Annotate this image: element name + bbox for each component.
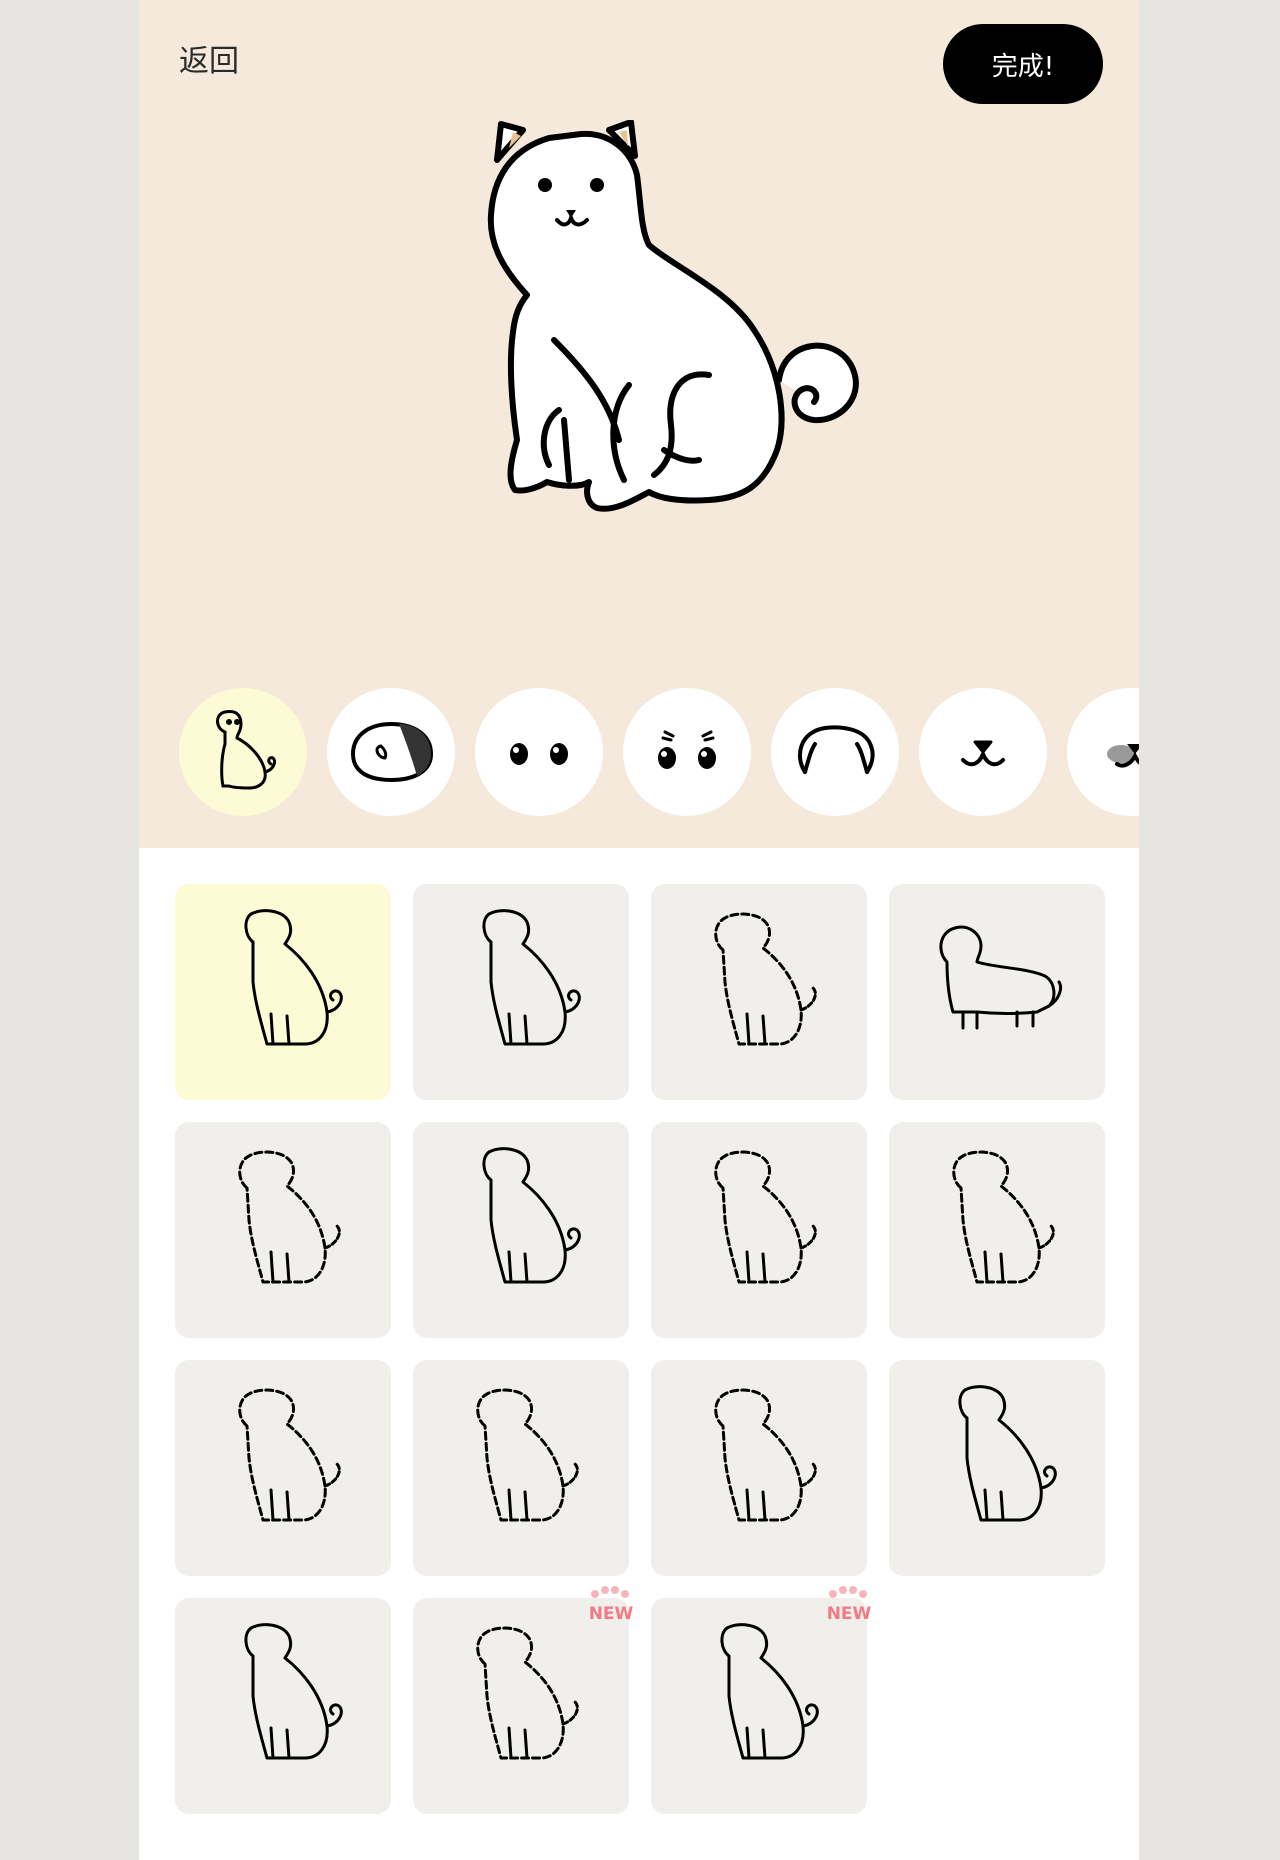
- schnauzer-icon: [952, 1150, 1055, 1284]
- new-badge: NEW: [815, 1584, 879, 1634]
- shiba-back-icon: [482, 909, 581, 1046]
- eyebrow-eyes-icon: [658, 730, 716, 769]
- breed-tile-shih-tzu[interactable]: [413, 1360, 629, 1576]
- breed-tile-long-hair-dachshund[interactable]: [175, 1122, 391, 1338]
- dog-avatar-editor: 返回 完成! NEW NEW: [139, 0, 1139, 1860]
- dog-body-icon: [216, 710, 277, 790]
- shih-tzu-icon: [476, 1388, 579, 1522]
- shiba-icon: [244, 909, 343, 1046]
- breed-tile-schnauzer[interactable]: [889, 1122, 1105, 1338]
- breed-tile-corgi[interactable]: [889, 1360, 1105, 1576]
- part-tab-eyes[interactable]: [475, 688, 603, 816]
- done-button[interactable]: 完成!: [943, 24, 1103, 104]
- breed-tile-french-bulldog[interactable]: [175, 1598, 391, 1814]
- french-bulldog-icon: [244, 1623, 343, 1760]
- round-eyes-icon: [510, 743, 568, 765]
- poodle-icon: [714, 912, 817, 1046]
- jack-russell-icon: [720, 1623, 819, 1760]
- new-badge-label: NEW: [588, 1604, 634, 1624]
- nose-icon: [1107, 744, 1139, 768]
- breed-tile-dachshund[interactable]: [889, 884, 1105, 1100]
- breed-tile-pomeranian[interactable]: [651, 1360, 867, 1576]
- shiba-dog-preview-icon: [487, 120, 859, 512]
- breed-tile-chihuahua[interactable]: [413, 1122, 629, 1338]
- dachshund-icon: [939, 925, 1063, 1030]
- part-tab-mouth[interactable]: [919, 688, 1047, 816]
- breed-tile-papillon[interactable]: [651, 1122, 867, 1338]
- breed-tile-shiba-alt[interactable]: [413, 884, 629, 1100]
- long-hair-dachshund-icon: [238, 1150, 341, 1284]
- corgi-icon: [958, 1385, 1057, 1522]
- part-tab-ears[interactable]: [771, 688, 899, 816]
- parts-selector: [139, 688, 1139, 818]
- breed-tile-shiba[interactable]: [175, 884, 391, 1100]
- new-badge-label: NEW: [826, 1604, 872, 1624]
- part-tab-head-pattern[interactable]: [327, 688, 455, 816]
- papillon-icon: [714, 1150, 817, 1284]
- pomeranian-icon: [714, 1388, 817, 1522]
- preview-panel: 返回 完成!: [139, 0, 1139, 848]
- new-badge: NEW: [577, 1584, 641, 1634]
- golden-retriever-icon: [476, 1626, 579, 1760]
- breed-tile-poodle[interactable]: [651, 884, 867, 1100]
- chihuahua-icon: [482, 1147, 581, 1284]
- part-tab-body[interactable]: [179, 688, 307, 816]
- head-pattern-icon: [350, 721, 434, 783]
- part-tab-eyebrows[interactable]: [623, 688, 751, 816]
- breed-tile-golden-retriever[interactable]: NEW: [413, 1586, 633, 1814]
- mouth-icon: [961, 740, 1005, 767]
- breed-tile-jack-russell[interactable]: NEW: [651, 1586, 871, 1814]
- back-button[interactable]: 返回: [179, 40, 239, 84]
- yorkshire-terrier-icon: [238, 1388, 341, 1522]
- breed-tile-yorkshire[interactable]: [175, 1360, 391, 1576]
- ears-icon: [797, 725, 875, 774]
- part-tab-nose[interactable]: [1067, 688, 1139, 816]
